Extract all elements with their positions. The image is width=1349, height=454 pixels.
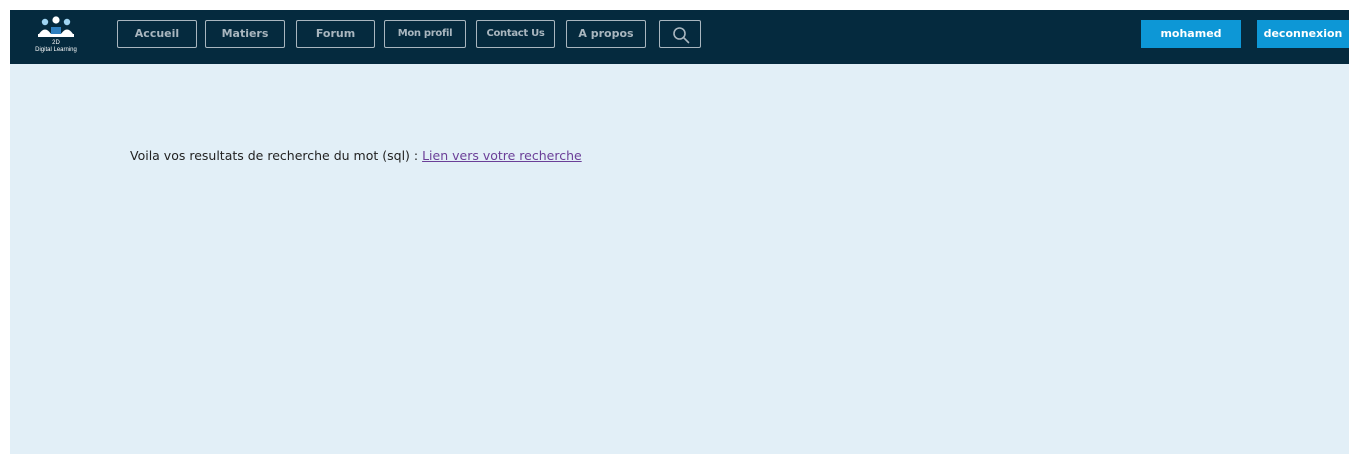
people-logo-icon xyxy=(38,16,74,37)
search-results-link[interactable]: Lien vers votre recherche xyxy=(422,148,582,163)
search-results-message: Voila vos resultats de recherche du mot … xyxy=(130,148,582,163)
results-prefix: Voila vos resultats de recherche du mot … xyxy=(130,148,423,163)
brand-name: Digital Learning xyxy=(35,47,77,53)
nav-matiers-button[interactable]: Matiers xyxy=(205,20,285,48)
page: 2D Digital Learning Accueil Matiers Foru… xyxy=(10,10,1349,454)
nav-accueil-button[interactable]: Accueil xyxy=(117,20,197,48)
search-button[interactable] xyxy=(659,20,701,48)
nav-a-propos-button[interactable]: A propos xyxy=(566,20,646,48)
nav-forum-button[interactable]: Forum xyxy=(296,20,375,48)
search-icon xyxy=(673,27,690,44)
logout-button[interactable]: deconnexion xyxy=(1257,20,1349,48)
brand-abbr: 2D xyxy=(52,40,60,46)
navbar: 2D Digital Learning Accueil Matiers Foru… xyxy=(10,10,1349,64)
user-profile-button[interactable]: mohamed xyxy=(1141,20,1241,48)
nav-mon-profil-button[interactable]: Mon profil xyxy=(384,20,466,48)
nav-contact-us-button[interactable]: Contact Us xyxy=(476,20,555,48)
brand-logo[interactable]: 2D Digital Learning xyxy=(26,16,86,58)
